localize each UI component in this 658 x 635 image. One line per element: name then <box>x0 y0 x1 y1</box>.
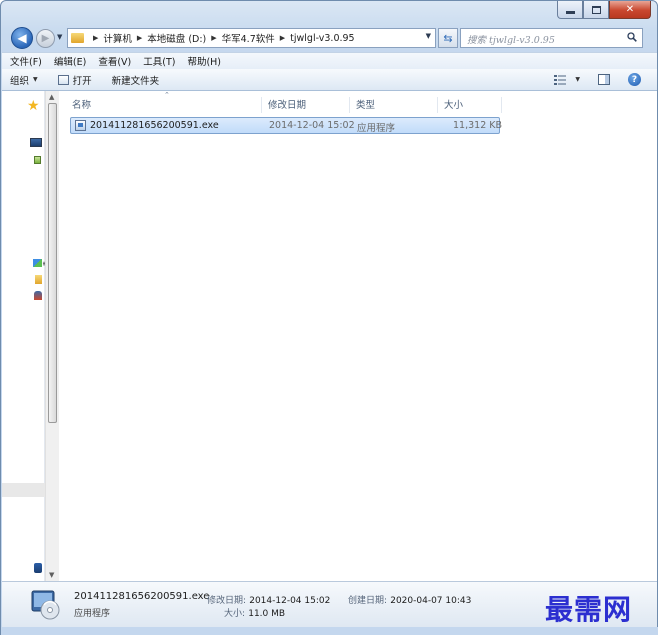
file-name: 201411281656200591.exe <box>90 120 219 131</box>
help-icon: ? <box>631 74 638 85</box>
file-modified: 2014-12-04 15:02 <box>269 120 355 131</box>
column-size[interactable]: 大小 <box>438 97 502 113</box>
search-input[interactable]: 搜索 tjwlgl-v3.0.95 <box>460 28 643 48</box>
explorer-window: ✕ ◀ ▶ ▼ ▶ 计算机 ▶ 本地磁盘 (D:) ▶ 华军4.7软件 ▶ tj… <box>0 0 658 635</box>
title-bar: ✕ <box>1 1 657 25</box>
watermark-text: 最需网 <box>545 593 633 626</box>
scroll-down-icon[interactable]: ▼ <box>49 571 54 579</box>
minimize-icon <box>565 11 575 14</box>
chevron-right-icon[interactable]: ▶ <box>93 34 98 42</box>
application-icon <box>75 120 86 131</box>
details-modified: 修改日期: 2014-12-04 15:02 <box>207 593 330 606</box>
window-bottom-border <box>1 627 658 635</box>
installer-disc-icon <box>31 590 60 620</box>
breadcrumb-huajun[interactable]: 华军4.7软件 <box>222 31 275 45</box>
homegroup-icon[interactable] <box>33 259 42 267</box>
menu-view[interactable]: 查看(V) <box>92 54 137 68</box>
recent-pages-dropdown[interactable]: ▼ <box>57 33 62 41</box>
forward-button[interactable]: ▶ <box>36 29 55 48</box>
navigation-pane: ★ ≡ <box>2 91 49 581</box>
details-created: 创建日期: 2020-04-07 10:43 <box>348 593 471 606</box>
user-icon[interactable] <box>34 291 42 300</box>
details-modified-value: 2014-12-04 15:02 <box>249 596 331 606</box>
forward-arrow-icon: ▶ <box>41 33 50 44</box>
menu-edit[interactable]: 编辑(E) <box>48 54 92 68</box>
maximize-icon <box>591 5 601 14</box>
nav-scroll-thumb[interactable] <box>48 103 57 423</box>
details-created-label: 创建日期: <box>348 596 388 606</box>
menu-bar: 文件(F) 编辑(E) 查看(V) 工具(T) 帮助(H) <box>2 52 657 69</box>
close-icon: ✕ <box>625 4 635 15</box>
open-icon <box>57 74 69 85</box>
menu-help[interactable]: 帮助(H) <box>181 54 227 68</box>
scroll-up-icon[interactable]: ▲ <box>49 93 54 101</box>
chevron-right-icon[interactable]: ▶ <box>280 34 285 42</box>
refresh-button[interactable]: ⇆ <box>438 28 458 48</box>
minimize-button[interactable] <box>557 1 583 19</box>
preview-pane-icon[interactable] <box>598 74 610 85</box>
chevron-down-icon: ▼ <box>33 76 38 83</box>
open-button[interactable]: 打开 <box>57 73 92 87</box>
file-type: 应用程序 <box>357 123 396 134</box>
breadcrumb-current-folder[interactable]: tjwlgl-v3.0.95 <box>290 33 354 44</box>
close-button[interactable]: ✕ <box>609 1 651 19</box>
view-options-icon[interactable] <box>554 74 567 85</box>
details-file-name: 201411281656200591.exe <box>74 591 210 602</box>
file-list: ⌃ 名称 修改日期 类型 大小 201411281656200591.exe 2… <box>60 91 642 581</box>
network-icon[interactable] <box>34 563 42 573</box>
organize-label: 组织 <box>10 75 30 87</box>
column-modified[interactable]: 修改日期 <box>262 97 350 113</box>
details-file-type: 应用程序 <box>74 609 111 619</box>
search-placeholder: 搜索 tjwlgl-v3.0.95 <box>467 35 555 46</box>
folder-icon[interactable] <box>35 275 42 284</box>
new-folder-label: 新建文件夹 <box>111 75 160 87</box>
details-size-label: 大小: <box>224 609 246 619</box>
file-row[interactable]: 201411281656200591.exe 2014-12-04 15:02 … <box>70 117 503 134</box>
content-area: ★ ≡ ▲ ▼ ⌃ 名称 修改日期 类型 大小 20 <box>2 91 657 581</box>
new-folder-button[interactable]: 新建文件夹 <box>112 73 160 87</box>
favorites-star-icon[interactable]: ★ <box>27 99 40 113</box>
column-headers: ⌃ 名称 修改日期 类型 大小 <box>60 91 642 115</box>
file-size: 11,312 KB <box>453 120 503 131</box>
view-dropdown-icon[interactable]: ▼ <box>575 76 580 83</box>
caption-buttons: ✕ <box>557 1 651 19</box>
chevron-right-icon[interactable]: ▶ <box>211 34 216 42</box>
command-bar: 组织 ▼ 打开 新建文件夹 ▼ ? <box>2 69 657 91</box>
menu-file[interactable]: 文件(F) <box>4 54 48 68</box>
desktop-icon[interactable] <box>30 138 42 147</box>
details-size: 大小: 11.0 MB <box>224 606 285 619</box>
breadcrumb-local-disk[interactable]: 本地磁盘 (D:) <box>147 31 206 45</box>
open-label: 打开 <box>72 75 92 87</box>
folder-icon <box>71 33 84 43</box>
details-pane: 201411281656200591.exe 应用程序 修改日期: 2014-1… <box>2 581 657 627</box>
organize-button[interactable]: 组织 ▼ <box>10 73 38 87</box>
details-modified-label: 修改日期: <box>207 596 247 606</box>
address-bar[interactable]: ▶ 计算机 ▶ 本地磁盘 (D:) ▶ 华军4.7软件 ▶ tjwlgl-v3.… <box>67 28 436 48</box>
address-row: ◀ ▶ ▼ ▶ 计算机 ▶ 本地磁盘 (D:) ▶ 华军4.7软件 ▶ tjwl… <box>1 25 657 51</box>
address-dropdown-icon[interactable]: ▼ <box>426 32 431 40</box>
help-button[interactable]: ? <box>628 73 641 86</box>
view-controls: ▼ ? <box>554 73 641 86</box>
menu-tools[interactable]: 工具(T) <box>137 54 181 68</box>
details-size-value: 11.0 MB <box>248 609 286 619</box>
column-type[interactable]: 类型 <box>350 97 438 113</box>
chevron-right-icon[interactable]: ▶ <box>137 34 142 42</box>
refresh-icon: ⇆ <box>443 31 453 45</box>
back-button[interactable]: ◀ <box>11 27 33 49</box>
library-icon[interactable] <box>34 156 41 164</box>
back-arrow-icon: ◀ <box>17 31 27 45</box>
nav-scrollbar[interactable]: ▲ ▼ <box>45 91 59 581</box>
file-list-scroll-gutter <box>642 91 657 581</box>
search-icon <box>627 32 637 42</box>
column-name[interactable]: 名称 <box>66 97 262 113</box>
breadcrumb-computer[interactable]: 计算机 <box>103 31 132 45</box>
details-created-value: 2020-04-07 10:43 <box>390 596 472 606</box>
maximize-button[interactable] <box>583 1 609 19</box>
nav-horizontal-band <box>2 483 45 497</box>
